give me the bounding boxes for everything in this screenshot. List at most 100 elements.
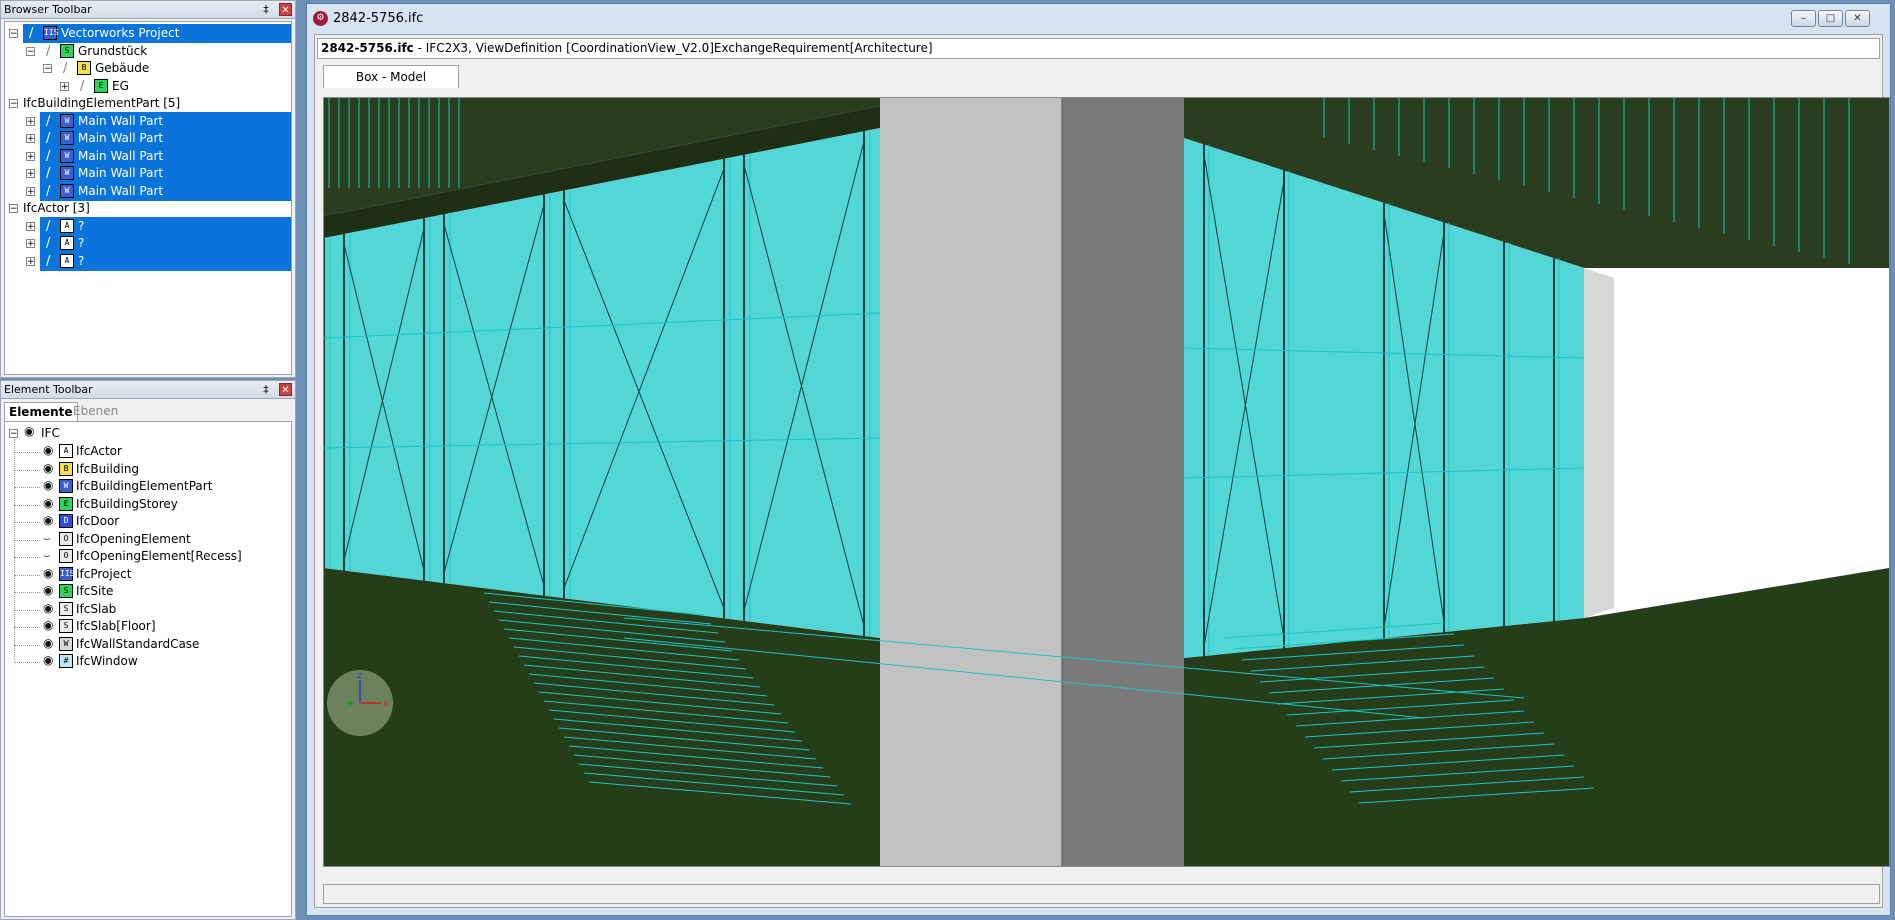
expand-toggle-icon[interactable]: − xyxy=(9,29,18,39)
expand-toggle-icon[interactable]: + xyxy=(26,256,35,266)
3d-viewport[interactable]: Z X xyxy=(323,97,1890,867)
eye-icon[interactable]: ◉ xyxy=(43,618,53,632)
storey-icon: E xyxy=(59,496,73,511)
eye-icon[interactable]: ◉ xyxy=(24,424,34,438)
expand-toggle-icon[interactable]: + xyxy=(26,221,35,231)
minimize-button[interactable]: – xyxy=(1791,10,1816,27)
eye-icon[interactable]: ◉ xyxy=(43,653,53,667)
axis-gizmo[interactable]: Z X xyxy=(327,670,393,736)
tree-group-label[interactable]: IfcBuildingElementPart [5] xyxy=(23,94,180,113)
tree-connector xyxy=(14,504,40,506)
element-tree[interactable]: − ◉ IFC ◉ A IfcActor ◉ B IfcBuilding ◉ W IfcBuildin… xyxy=(4,421,292,917)
tree-item[interactable]: / W Main Wall Part xyxy=(40,146,291,166)
edit-icon: / xyxy=(80,78,85,94)
tree-connector xyxy=(14,592,40,593)
tree-item-label: ? xyxy=(78,236,85,250)
tree-item[interactable]: / W Main Wall Part xyxy=(40,164,291,183)
edit-icon: / xyxy=(46,113,51,129)
tree-item[interactable]: / A? xyxy=(40,234,291,253)
tree-item[interactable]: / W Main Wall Part xyxy=(40,111,291,131)
tree-group-label[interactable]: IfcActor [3] xyxy=(23,199,90,218)
eye-icon[interactable]: ◉ xyxy=(43,513,53,527)
tree-item[interactable]: / E EG xyxy=(74,77,291,96)
close-button[interactable]: ✕ xyxy=(1845,10,1870,27)
element-type-label[interactable]: IfcSlab xyxy=(76,600,116,619)
wall-part-icon: W xyxy=(60,166,74,180)
tree-item[interactable]: / A? xyxy=(40,216,291,236)
tree-item[interactable]: / B Gebäude xyxy=(57,59,291,78)
expand-toggle-icon[interactable]: + xyxy=(26,134,35,144)
edit-icon: / xyxy=(46,166,51,181)
tab-box-model[interactable]: Box - Model xyxy=(323,65,459,88)
z-axis-label: Z xyxy=(357,672,362,680)
site-icon: S xyxy=(60,43,74,58)
pin-icon[interactable]: ‡ xyxy=(259,1,273,18)
project-icon: IIS xyxy=(43,26,58,40)
eye-icon[interactable]: ◉ xyxy=(43,478,53,492)
expand-toggle-icon[interactable]: − xyxy=(9,99,18,109)
tree-item[interactable]: / W Main Wall Part xyxy=(40,129,291,148)
element-type-label[interactable]: IfcOpeningElement[Recess] xyxy=(76,547,242,566)
pin-icon[interactable]: ‡ xyxy=(259,381,273,398)
actor-icon: A xyxy=(60,236,74,250)
tree-connector xyxy=(14,452,40,453)
tree-item[interactable]: / W Main Wall Part xyxy=(40,181,291,201)
element-type-label[interactable]: IfcBuildingElementPart xyxy=(76,477,212,496)
actor-icon: A xyxy=(60,253,74,268)
site-icon: S xyxy=(59,584,73,598)
tree-root-label[interactable]: IFC xyxy=(41,424,60,443)
expand-toggle-icon[interactable]: + xyxy=(26,169,35,179)
collapse-toggle-icon[interactable]: − xyxy=(9,429,18,439)
browser-toolbar-panel: Browser Toolbar ‡ ✕ − / IIS Vectorworks Pro… xyxy=(0,0,296,378)
tab-ebenen[interactable]: Ebenen xyxy=(69,402,122,420)
eye-icon[interactable]: ◉ xyxy=(43,566,53,580)
expand-toggle-icon[interactable]: + xyxy=(26,151,35,161)
element-type-label[interactable]: IfcOpeningElement xyxy=(76,530,191,549)
file-info-bar: 2842-5756.ifc - IFC2X3, ViewDefinition [… xyxy=(317,38,1880,59)
element-type-label[interactable]: IfcSite xyxy=(76,582,113,601)
storey-icon: E xyxy=(94,78,108,93)
expand-toggle-icon[interactable]: + xyxy=(26,116,35,126)
element-type-label[interactable]: IfcWallStandardCase xyxy=(76,635,199,654)
element-type-label[interactable]: IfcProject xyxy=(76,565,131,584)
edit-icon: / xyxy=(46,43,51,59)
element-type-label[interactable]: IfcWindow xyxy=(76,652,138,671)
slab-icon: S xyxy=(59,601,73,616)
eye-icon[interactable]: ◉ xyxy=(43,443,53,457)
eye-icon[interactable]: ◉ xyxy=(43,601,53,615)
element-type-label[interactable]: IfcBuilding xyxy=(76,460,139,479)
model-render[interactable]: Z X xyxy=(324,98,1889,866)
element-type-label[interactable]: IfcActor xyxy=(76,442,122,461)
eye-icon[interactable]: ◉ xyxy=(43,583,53,597)
eye-closed-icon[interactable]: ⌣ xyxy=(43,531,51,546)
expand-toggle-icon[interactable]: + xyxy=(60,81,69,91)
eye-icon[interactable]: ◉ xyxy=(43,461,53,475)
tree-item[interactable]: / S Grundstück xyxy=(40,42,291,61)
element-type-label[interactable]: IfcDoor xyxy=(76,512,119,531)
column-dark xyxy=(1062,98,1184,866)
eye-icon[interactable]: ◉ xyxy=(43,636,53,650)
expand-toggle-icon[interactable]: + xyxy=(26,239,35,249)
close-icon[interactable]: ✕ xyxy=(279,383,292,396)
wall-part-icon: W xyxy=(60,113,74,128)
x-axis-label: X xyxy=(383,700,388,708)
expand-toggle-icon[interactable]: − xyxy=(9,204,18,214)
element-type-label[interactable]: IfcSlab[Floor] xyxy=(76,617,156,636)
expand-toggle-icon[interactable]: − xyxy=(26,46,35,56)
maximize-button[interactable]: □ xyxy=(1818,10,1843,27)
element-type-label[interactable]: IfcBuildingStorey xyxy=(76,495,178,514)
expand-toggle-icon[interactable]: + xyxy=(26,186,35,196)
tree-connector xyxy=(14,644,40,646)
element-toolbar-panel: Element Toolbar ‡ ✕ Elemente Ebenen − ◉ IF… xyxy=(0,380,296,920)
close-icon[interactable]: ✕ xyxy=(279,3,292,16)
edit-icon: / xyxy=(29,26,34,41)
expand-toggle-icon[interactable]: − xyxy=(43,64,52,74)
eye-closed-icon[interactable]: ⌣ xyxy=(43,548,51,563)
window-title: 2842-5756.ifc xyxy=(333,11,424,26)
eye-icon[interactable]: ◉ xyxy=(43,496,53,510)
tab-elemente[interactable]: Elemente xyxy=(4,402,78,421)
browser-tree[interactable]: − / IIS Vectorworks Project − / S Grundstück − / B… xyxy=(4,21,292,375)
tree-item[interactable]: / IIS Vectorworks Project xyxy=(23,24,291,43)
element-toolbar-header: Element Toolbar ‡ ✕ xyxy=(1,381,295,399)
tree-item[interactable]: / A? xyxy=(40,251,291,271)
